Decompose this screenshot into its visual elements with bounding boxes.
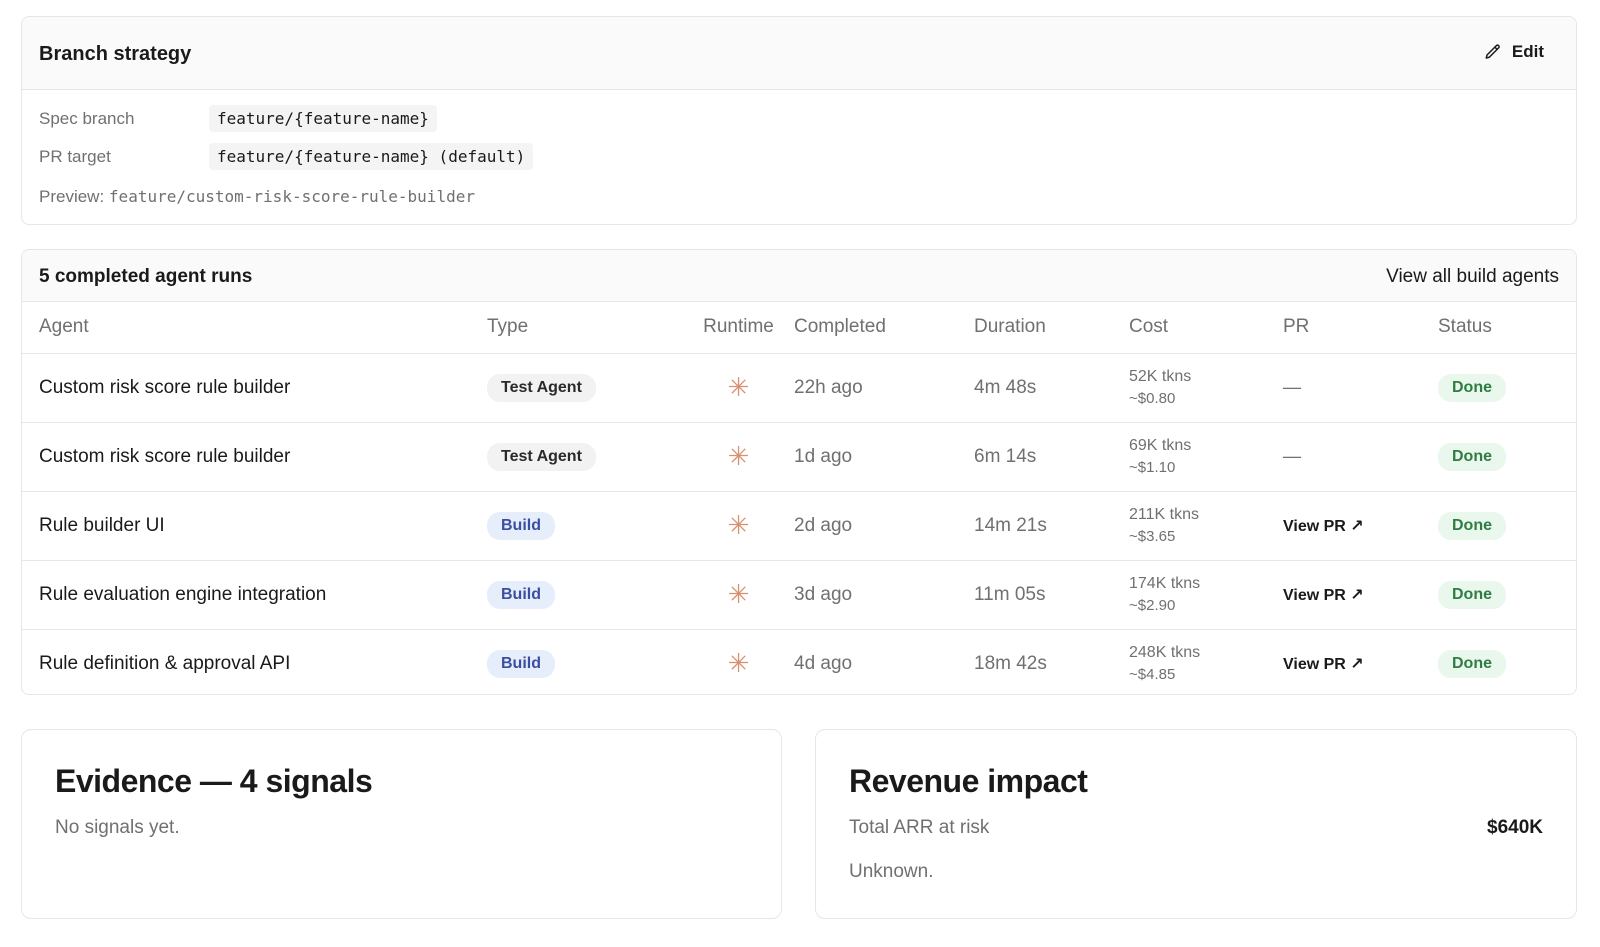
cost-value: ~$4.85 (1129, 665, 1176, 683)
agent-name: Custom risk score rule builder (22, 353, 487, 423)
agent-name: Custom risk score rule builder (22, 422, 487, 492)
type-badge: Build (487, 580, 555, 609)
agent-name: Rule builder UI (22, 491, 487, 561)
type-badge: Test Agent (487, 442, 596, 471)
column-header-completed[interactable]: Completed (794, 302, 974, 354)
table-row[interactable]: Custom risk score rule builder Test Agen… (22, 422, 1576, 492)
pr-empty: — (1283, 445, 1301, 466)
cost-value: ~$3.65 (1129, 527, 1176, 545)
asterisk-spark-icon: ✳ (727, 371, 750, 402)
duration: 14m 21s (974, 491, 1129, 561)
edit-button[interactable]: Edit (1484, 42, 1544, 62)
column-header-runtime[interactable]: Runtime (683, 302, 794, 354)
column-header-agent[interactable]: Agent (22, 302, 487, 354)
edit-label: Edit (1511, 42, 1544, 61)
view-pr-link[interactable]: View PR ↗ (1283, 656, 1364, 673)
view-pr-link[interactable]: View PR ↗ (1283, 518, 1364, 535)
status-badge: Done (1438, 649, 1506, 678)
evidence-title: Evidence — 4 signals (55, 763, 373, 799)
cost-value: ~$0.80 (1129, 389, 1176, 407)
agent-runs-header: 5 completed agent runs View all build ag… (22, 250, 1576, 302)
completed-time: 2d ago (794, 491, 974, 561)
pr-target-label: PR target (39, 147, 111, 166)
completed-time: 4d ago (794, 652, 853, 674)
branch-strategy-card: Branch strategy Edit Spec branch feature/… (21, 16, 1577, 225)
view-pr-link[interactable]: View PR ↗ (1283, 587, 1364, 604)
column-header-cost[interactable]: Cost (1129, 302, 1283, 354)
table-header-row: Agent Type Runtime Completed Duration Co… (22, 302, 1576, 354)
completed-time: 3d ago (794, 560, 974, 630)
agent-runs-title: 5 completed agent runs (39, 266, 253, 287)
total-arr-label: Total ARR at risk (849, 817, 990, 838)
revenue-note: Unknown. (849, 861, 934, 882)
evidence-empty-text: No signals yet. (55, 817, 180, 838)
preview-label: Preview: (39, 187, 105, 206)
total-arr-value: $640K (1487, 817, 1543, 838)
table-row[interactable]: Custom risk score rule builder Test Agen… (22, 353, 1576, 423)
type-badge: Test Agent (487, 373, 596, 402)
status-badge: Done (1438, 511, 1506, 540)
column-header-type[interactable]: Type (487, 302, 683, 354)
pr-empty: — (1283, 376, 1301, 397)
token-count: 248K tkns (1129, 643, 1201, 661)
asterisk-spark-icon: ✳ (727, 578, 750, 609)
duration: 11m 05s (974, 560, 1129, 630)
cost-value: ~$2.90 (1129, 596, 1176, 614)
agent-name: Rule definition & approval API (39, 652, 291, 674)
duration: 4m 48s (974, 353, 1129, 423)
duration: 6m 14s (974, 422, 1129, 492)
token-count: 211K tkns (1129, 505, 1199, 523)
agent-runs-card: 5 completed agent runs View all build ag… (21, 249, 1577, 695)
completed-time: 22h ago (794, 353, 974, 423)
agent-runs-table: Agent Type Runtime Completed Duration Co… (22, 302, 1576, 694)
preview-value: feature/custom-risk-score-rule-builder (108, 187, 475, 206)
table-row[interactable]: Rule evaluation engine integration Build… (22, 560, 1576, 630)
pr-target-value: feature/{feature-name} (default) (209, 143, 534, 170)
table-row[interactable]: Rule definition & approval API Build ✳ 4… (22, 629, 1576, 694)
pencil-icon (1485, 44, 1500, 59)
column-header-duration[interactable]: Duration (974, 302, 1129, 354)
asterisk-spark-icon: ✳ (727, 440, 750, 471)
view-all-build-agents-link[interactable]: View all build agents (1386, 266, 1559, 288)
spec-branch-value: feature/{feature-name} (209, 105, 437, 132)
revenue-impact-title: Revenue impact (849, 763, 1088, 799)
status-badge: Done (1438, 373, 1506, 402)
token-count: 174K tkns (1129, 574, 1201, 592)
type-badge: Build (487, 649, 555, 678)
preview-row: Preview: feature/custom-risk-score-rule-… (39, 187, 475, 207)
spec-branch-row: Spec branch feature/{feature-name} (39, 105, 437, 132)
spec-branch-label: Spec branch (39, 109, 135, 128)
duration: 18m 42s (974, 652, 1047, 674)
revenue-impact-card: Revenue impact Total ARR at risk $640K U… (815, 729, 1577, 919)
status-badge: Done (1438, 442, 1506, 471)
table-row[interactable]: Rule builder UI Build ✳ 2d ago 14m 21s 2… (22, 491, 1576, 561)
status-badge: Done (1438, 580, 1506, 609)
column-header-status[interactable]: Status (1438, 302, 1576, 354)
evidence-card: Evidence — 4 signals No signals yet. (21, 729, 782, 919)
cost-value: ~$1.10 (1129, 458, 1176, 476)
branch-strategy-header: Branch strategy Edit (22, 17, 1576, 90)
branch-strategy-title: Branch strategy (39, 43, 192, 65)
token-count: 52K tkns (1129, 367, 1192, 385)
column-header-pr[interactable]: PR (1283, 302, 1438, 354)
completed-time: 1d ago (794, 422, 974, 492)
asterisk-spark-icon: ✳ (727, 509, 750, 540)
pr-target-row: PR target feature/{feature-name} (default… (39, 143, 534, 170)
token-count: 69K tkns (1129, 436, 1192, 454)
type-badge: Build (487, 511, 555, 540)
agent-name: Rule evaluation engine integration (22, 560, 487, 630)
asterisk-spark-icon: ✳ (727, 647, 750, 678)
